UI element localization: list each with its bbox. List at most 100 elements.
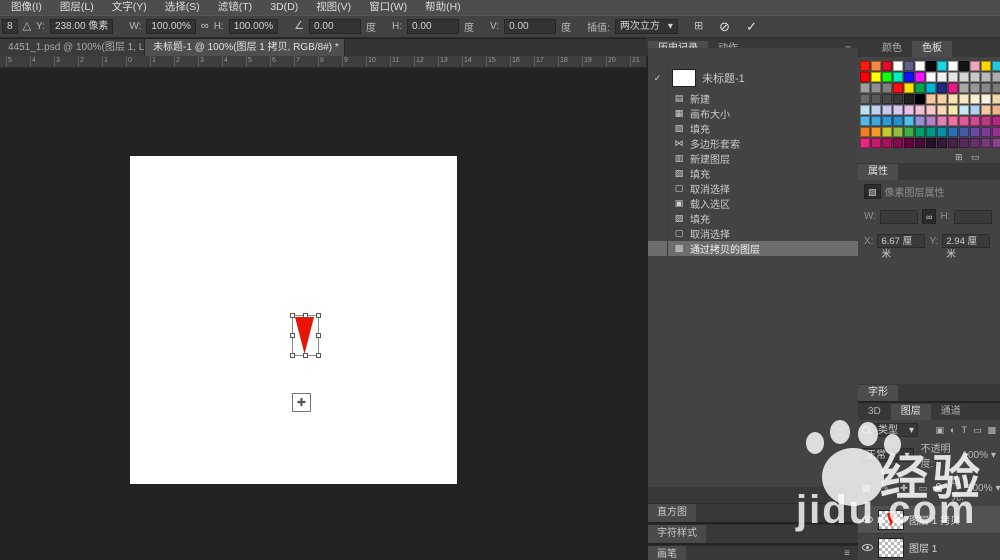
color-swatch[interactable]: [926, 138, 936, 148]
color-swatch[interactable]: [860, 127, 870, 137]
color-swatch[interactable]: [970, 61, 980, 71]
color-swatch[interactable]: [882, 138, 892, 148]
menu-item[interactable]: 3D(D): [261, 0, 307, 15]
history-state-row[interactable]: ▩通过拷贝的图层: [648, 241, 858, 256]
color-swatch[interactable]: [959, 127, 969, 137]
history-state-row[interactable]: ▤新建: [648, 91, 858, 106]
color-swatch[interactable]: [871, 138, 881, 148]
history-source-checkbox[interactable]: [648, 226, 668, 241]
color-swatch[interactable]: [948, 72, 958, 82]
color-swatch[interactable]: [937, 83, 947, 93]
color-swatch[interactable]: [882, 83, 892, 93]
history-state-row[interactable]: ▨填充: [648, 166, 858, 181]
filter-pixel-icon[interactable]: ▣: [936, 425, 945, 436]
move-cursor-target[interactable]: ✚: [292, 393, 311, 412]
color-swatch[interactable]: [904, 138, 914, 148]
blend-mode-select[interactable]: 正常 ▾: [862, 448, 914, 462]
chevron-down-icon[interactable]: ▾: [995, 483, 1000, 494]
color-swatch[interactable]: [948, 105, 958, 115]
color-swatch[interactable]: [926, 116, 936, 126]
color-swatch[interactable]: [926, 105, 936, 115]
menu-item[interactable]: 窗口(W): [360, 0, 416, 15]
lock-artboard-icon[interactable]: ▭: [919, 483, 928, 494]
history-source-checkbox[interactable]: [648, 241, 668, 256]
color-swatch[interactable]: [937, 116, 947, 126]
color-swatch[interactable]: [882, 61, 892, 71]
color-swatch[interactable]: [981, 138, 991, 148]
color-swatch[interactable]: [926, 83, 936, 93]
transform-handle-w[interactable]: [290, 333, 295, 338]
menu-item[interactable]: 图层(L): [51, 0, 103, 15]
history-source-checkbox[interactable]: [648, 121, 668, 136]
swatch-footer-icons[interactable]: ⊞ ▭: [955, 152, 994, 558]
color-swatch[interactable]: [981, 61, 991, 71]
interpolation-select[interactable]: 两次立方 ▾: [615, 19, 678, 34]
layer-filter-select[interactable]: 类型 ▾: [874, 423, 918, 437]
color-swatch[interactable]: [948, 127, 958, 137]
color-swatch[interactable]: [871, 105, 881, 115]
link-dimensions-icon[interactable]: ∞: [922, 209, 936, 224]
color-swatch[interactable]: [904, 61, 914, 71]
history-state-row[interactable]: ▢取消选择: [648, 226, 858, 241]
h-skew-field[interactable]: 0.00: [407, 19, 459, 34]
color-swatch[interactable]: [893, 83, 903, 93]
tab-swatches[interactable]: 色板: [912, 41, 952, 57]
color-swatch[interactable]: [915, 116, 925, 126]
color-swatch[interactable]: [948, 94, 958, 104]
history-state-row[interactable]: ▢取消选择: [648, 181, 858, 196]
color-swatch[interactable]: [893, 127, 903, 137]
document-tab[interactable]: 未标题-1 @ 100%(图层 1 拷贝, RGB/8#) *×: [145, 39, 345, 56]
color-swatch[interactable]: [992, 116, 1000, 126]
visibility-eye-icon[interactable]: [862, 544, 873, 551]
menu-item[interactable]: 选择(S): [156, 0, 209, 15]
color-swatch[interactable]: [860, 94, 870, 104]
transform-bounding-box[interactable]: [292, 315, 319, 356]
color-swatch[interactable]: [970, 116, 980, 126]
color-swatch[interactable]: [871, 127, 881, 137]
menu-item[interactable]: 视图(V): [307, 0, 360, 15]
color-swatch[interactable]: [948, 61, 958, 71]
color-swatch[interactable]: [937, 94, 947, 104]
height-field[interactable]: 100.00%: [229, 19, 278, 34]
color-swatch[interactable]: [992, 72, 1000, 82]
color-swatch[interactable]: [871, 83, 881, 93]
lock-transparency-icon[interactable]: ▦: [862, 483, 871, 494]
color-swatch[interactable]: [981, 127, 991, 137]
color-swatch[interactable]: [882, 116, 892, 126]
x-position-field-truncated[interactable]: 8: [2, 19, 18, 34]
history-state-row[interactable]: ▣载入选区: [648, 196, 858, 211]
color-swatch[interactable]: [926, 127, 936, 137]
color-swatch[interactable]: [959, 61, 969, 71]
color-swatch[interactable]: [992, 61, 1000, 71]
history-source-checkbox[interactable]: [648, 211, 668, 226]
color-swatch[interactable]: [860, 83, 870, 93]
panel-menu-icon[interactable]: ≡: [844, 548, 850, 559]
menu-item[interactable]: 滤镜(T): [209, 0, 261, 15]
color-swatch[interactable]: [959, 94, 969, 104]
color-swatch[interactable]: [959, 105, 969, 115]
color-swatch[interactable]: [937, 72, 947, 82]
color-swatch[interactable]: [860, 105, 870, 115]
color-swatch[interactable]: [904, 105, 914, 115]
prop-width-field[interactable]: [880, 210, 918, 224]
color-swatch[interactable]: [926, 72, 936, 82]
history-state-row[interactable]: ▥新建图层: [648, 151, 858, 166]
history-source-checkbox[interactable]: [648, 91, 668, 106]
color-swatch[interactable]: [904, 72, 914, 82]
color-swatch[interactable]: [860, 61, 870, 71]
color-swatch[interactable]: [904, 94, 914, 104]
menu-item[interactable]: 帮助(H): [416, 0, 470, 15]
history-source-checkbox[interactable]: [648, 181, 668, 196]
maintain-aspect-link-icon[interactable]: ∞: [201, 19, 209, 34]
color-swatch[interactable]: [915, 61, 925, 71]
layer-thumbnail[interactable]: [878, 510, 904, 530]
color-swatch[interactable]: [970, 72, 980, 82]
color-swatch[interactable]: [882, 94, 892, 104]
horizontal-ruler[interactable]: 543210123456789101112131415161718192021: [0, 56, 646, 68]
commit-transform-icon[interactable]: ✓: [746, 19, 757, 35]
color-swatch[interactable]: [959, 83, 969, 93]
menu-item[interactable]: 图像(I): [2, 0, 51, 15]
color-swatch[interactable]: [970, 105, 980, 115]
color-swatch[interactable]: [904, 127, 914, 137]
document-canvas[interactable]: ✚: [130, 156, 457, 484]
